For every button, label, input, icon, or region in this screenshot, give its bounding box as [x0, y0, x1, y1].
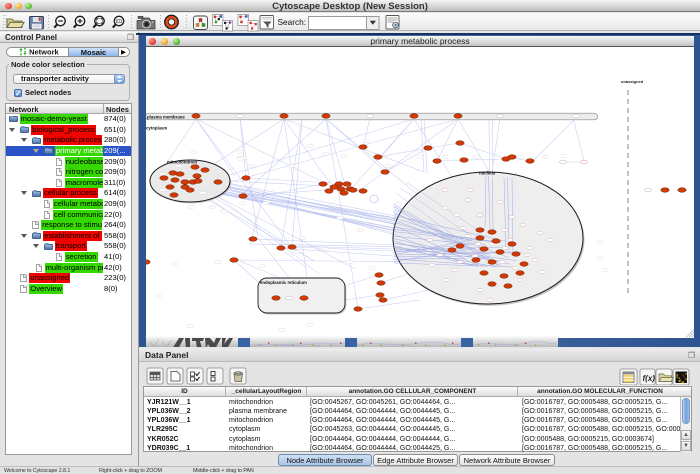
svg-text:mitochondrion: mitochondrion — [167, 160, 197, 165]
svg-text:1:1: 1:1 — [117, 19, 121, 23]
svg-text:f(x): f(x) — [643, 374, 656, 383]
svg-text:cytoplasm: cytoplasm — [146, 126, 167, 131]
svg-text:nucleus: nucleus — [479, 171, 496, 176]
svg-text:Search:: Search: — [278, 17, 307, 27]
svg-text:endoplasmic reticulum: endoplasmic reticulum — [260, 280, 307, 285]
svg-text:plasma membrane: plasma membrane — [147, 114, 185, 119]
svg-text:unassigned: unassigned — [621, 79, 644, 84]
